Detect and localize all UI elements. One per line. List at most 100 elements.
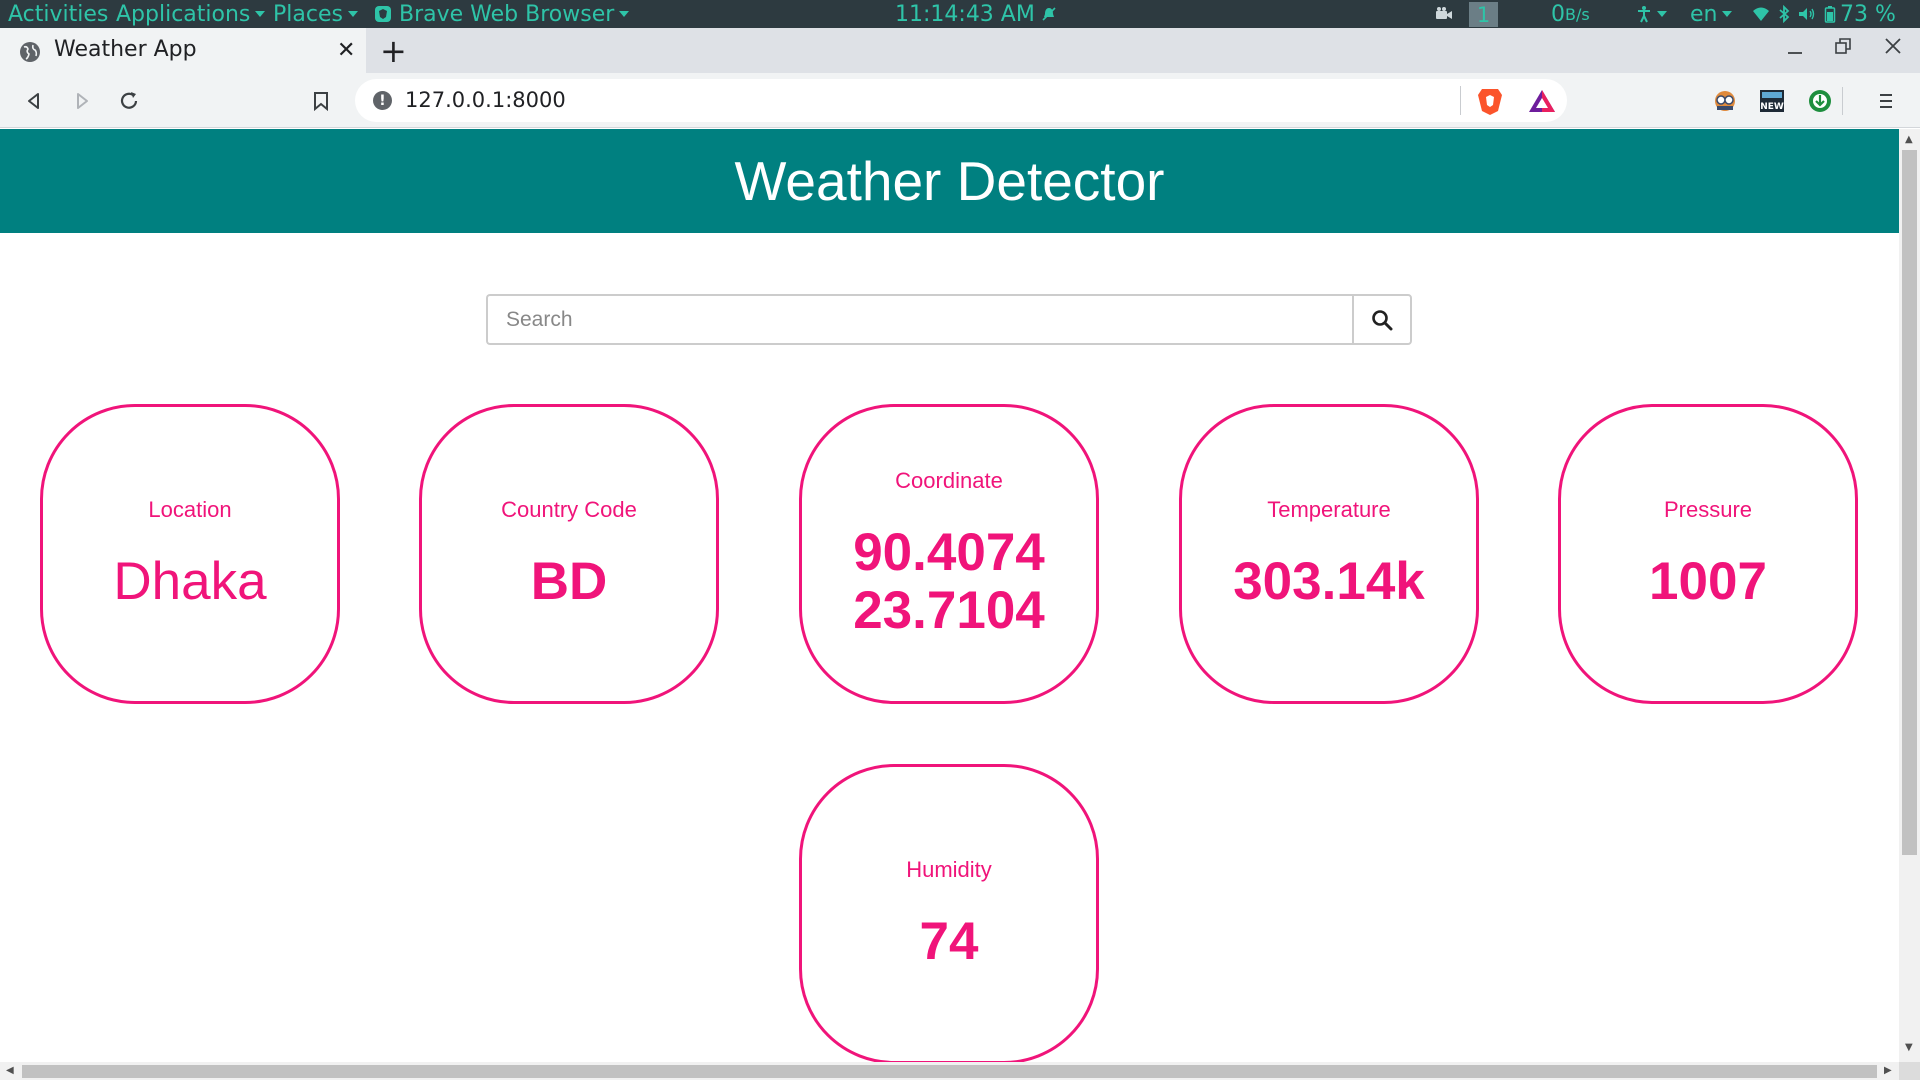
- location-value: Dhaka: [113, 552, 267, 611]
- toolbar-divider: [1842, 87, 1843, 115]
- forward-arrow-icon: [77, 93, 88, 109]
- battery-percent: 73 %: [1840, 1, 1896, 27]
- video-camera-icon[interactable]: [1434, 0, 1454, 28]
- tab-title: Weather App: [54, 37, 197, 62]
- applications-label: Applications: [116, 1, 251, 27]
- language-menu[interactable]: en: [1690, 0, 1733, 28]
- extension-button[interactable]: [1709, 85, 1741, 117]
- restore-button[interactable]: [1834, 36, 1852, 61]
- extension-button[interactable]: [1804, 85, 1836, 117]
- svg-text:NEW: NEW: [1760, 102, 1784, 112]
- browser-toolbar: ! 127.0.0.1:8000 NEW: [0, 73, 1920, 128]
- search-input[interactable]: [486, 294, 1354, 345]
- card-label: Country Code: [501, 497, 637, 522]
- main-menu-button[interactable]: [1870, 85, 1902, 117]
- network-speed: 0 B/s: [1551, 0, 1590, 28]
- volume-icon: [1799, 8, 1815, 20]
- activities-button[interactable]: Activities: [8, 0, 108, 28]
- search-form: [486, 294, 1412, 345]
- extension-button[interactable]: NEW: [1756, 85, 1788, 117]
- tab-strip: Weather App ✕ +: [0, 28, 1920, 73]
- active-app-label: Brave Web Browser: [399, 1, 615, 27]
- bell-muted-icon: [1042, 7, 1056, 21]
- chevron-down-icon: [255, 11, 266, 17]
- brave-rewards-icon[interactable]: [1527, 88, 1557, 114]
- longitude-value: 90.4074: [853, 523, 1045, 582]
- network-speed-value: 0: [1551, 1, 1565, 27]
- chevron-down-icon: [347, 11, 358, 17]
- status-icons[interactable]: 73 %: [1752, 0, 1896, 28]
- card-label: Pressure: [1663, 497, 1753, 522]
- restore-icon: [1835, 38, 1851, 54]
- reload-button[interactable]: [113, 85, 145, 117]
- tab-weather-app[interactable]: Weather App ✕: [0, 28, 366, 73]
- minimize-icon: [1788, 52, 1802, 54]
- chevron-down-icon: [1722, 11, 1733, 17]
- clock-text: 11:14:43 AM: [895, 1, 1035, 27]
- close-window-button[interactable]: [1884, 36, 1902, 61]
- clock[interactable]: 11:14:43 AM: [895, 0, 1057, 28]
- url-text[interactable]: 127.0.0.1:8000: [405, 88, 566, 112]
- card-label: Coordinate: [895, 468, 1003, 493]
- close-icon: [1885, 38, 1901, 54]
- humidity-value: 74: [919, 912, 979, 971]
- location-card: Location Dhaka: [40, 404, 340, 704]
- card-label: Location: [148, 497, 232, 522]
- country-code-value: BD: [530, 552, 608, 611]
- active-app-menu[interactable]: Brave Web Browser: [374, 0, 630, 28]
- web-page: Weather Detector Location Dhaka Country …: [0, 129, 1899, 1062]
- bookmark-button[interactable]: [305, 85, 337, 117]
- temperature-value: 303.14k: [1233, 552, 1425, 611]
- card-label: Humidity: [906, 857, 992, 882]
- places-menu[interactable]: Places: [273, 0, 358, 28]
- site-info-icon[interactable]: !: [373, 91, 392, 110]
- new-tab-button[interactable]: +: [380, 32, 407, 70]
- bookmark-icon: [314, 92, 328, 111]
- scrollbar-corner: [1899, 1062, 1920, 1080]
- extension-news-icon: NEW: [1760, 90, 1784, 112]
- country-code-card: Country Code BD: [419, 404, 719, 704]
- temperature-card: Temperature 303.14k: [1179, 404, 1479, 704]
- search-button[interactable]: [1352, 294, 1412, 345]
- reload-icon: [120, 92, 138, 109]
- brave-shields-icon[interactable]: [1477, 86, 1503, 116]
- vertical-scrollbar[interactable]: ▲ ▼: [1899, 129, 1920, 1062]
- brave-app-icon: [375, 6, 391, 22]
- extension-download-icon: [1809, 90, 1831, 112]
- page-title: Weather Detector: [734, 150, 1165, 212]
- forward-button[interactable]: [66, 85, 98, 117]
- pressure-card: Pressure 1007: [1558, 404, 1858, 704]
- search-icon: [1372, 309, 1393, 330]
- network-speed-unit: B/s: [1565, 4, 1590, 24]
- app-header: Weather Detector: [0, 129, 1899, 233]
- chevron-down-icon: [619, 11, 630, 17]
- latitude-value: 23.7104: [853, 581, 1045, 640]
- back-button[interactable]: [18, 85, 50, 117]
- extension-owl-icon: [1715, 91, 1735, 111]
- scroll-down-arrow-icon[interactable]: ▼: [1905, 1042, 1913, 1053]
- scroll-up-arrow-icon[interactable]: ▲: [1905, 134, 1913, 145]
- chevron-down-icon: [1657, 11, 1667, 17]
- address-bar[interactable]: ! 127.0.0.1:8000: [355, 79, 1567, 122]
- hamburger-menu-icon: [1880, 94, 1892, 108]
- tab-close-button[interactable]: ✕: [337, 38, 355, 63]
- language-label: en: [1690, 1, 1718, 27]
- horizontal-scrollbar[interactable]: ◀ ▶: [0, 1062, 1899, 1080]
- places-label: Places: [273, 1, 343, 27]
- accessibility-menu[interactable]: [1636, 0, 1667, 28]
- accessibility-icon: [1638, 6, 1650, 23]
- wifi-icon: [1753, 7, 1769, 21]
- minimize-button[interactable]: [1786, 36, 1804, 61]
- bluetooth-icon: [1779, 5, 1790, 23]
- scroll-right-arrow-icon[interactable]: ▶: [1884, 1065, 1892, 1076]
- battery-icon: [1824, 6, 1836, 23]
- workspace-indicator[interactable]: 1: [1469, 2, 1498, 27]
- camera-glyph: [1436, 7, 1452, 19]
- back-arrow-icon: [28, 93, 39, 109]
- humidity-card: Humidity 74: [799, 764, 1099, 1062]
- vertical-scroll-thumb[interactable]: [1902, 150, 1917, 855]
- applications-menu[interactable]: Applications: [116, 0, 266, 28]
- horizontal-scroll-thumb[interactable]: [22, 1065, 1877, 1078]
- globe-icon: [20, 42, 40, 62]
- scroll-left-arrow-icon[interactable]: ◀: [6, 1065, 14, 1076]
